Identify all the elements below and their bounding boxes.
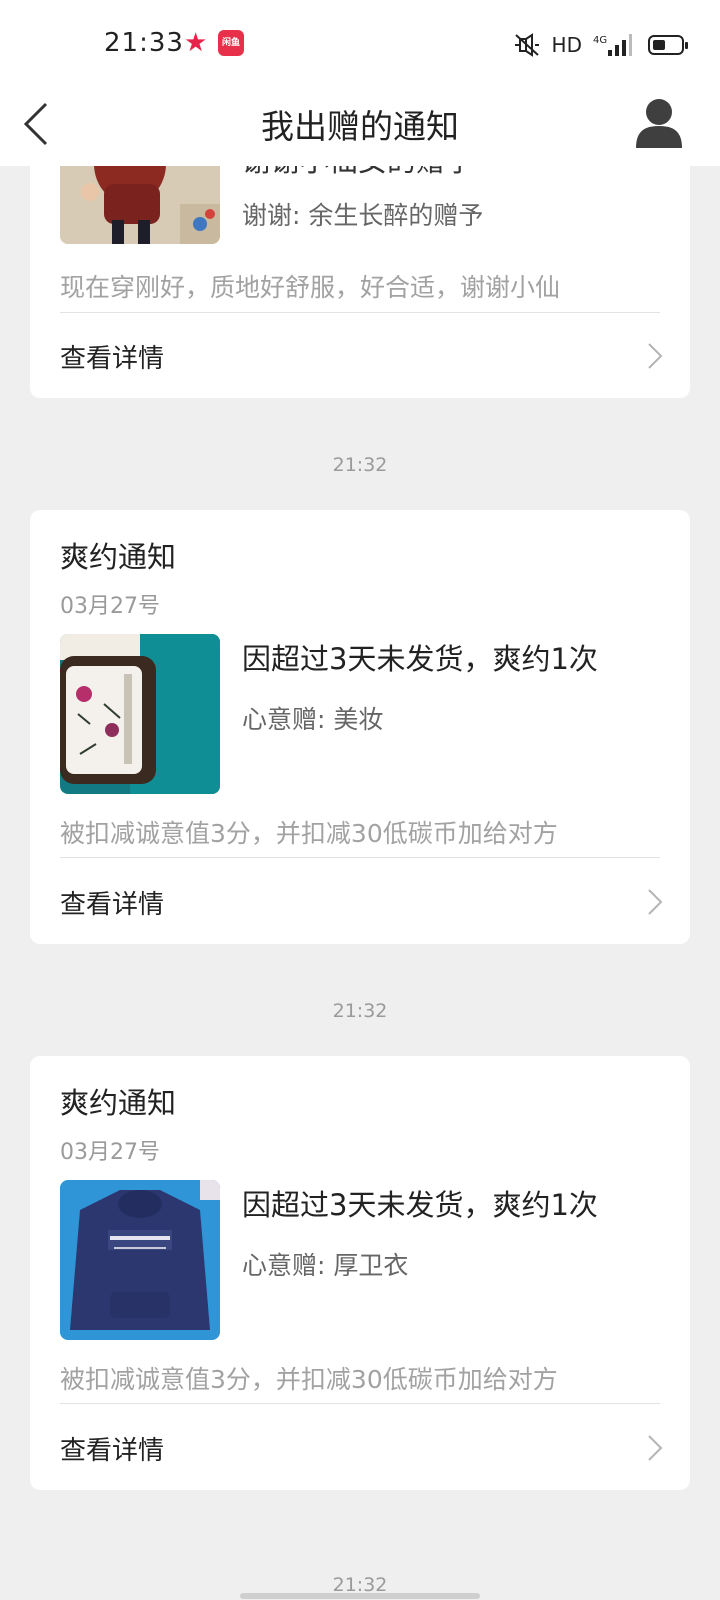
item-subtitle: 心意赠: 厚卫衣 (242, 1251, 409, 1280)
item-thumbnail[interactable] (60, 1180, 220, 1340)
net-type-label: 4G (593, 35, 607, 46)
app-notification-icon: 闲鱼 (218, 30, 244, 56)
view-details-label: 查看详情 (60, 1436, 165, 1466)
view-details-row[interactable]: 查看详情 (30, 312, 690, 398)
card-date: 03月27号 (60, 594, 160, 619)
chevron-right-icon (648, 343, 663, 369)
card-title: 爽约通知 (60, 1086, 177, 1120)
status-bar: 21:33 ★ 闲鱼 HD 4G (0, 0, 720, 82)
item-headline: 因超过3天未发货，爽约1次 (242, 1188, 598, 1222)
notification-card: 爽约通知 03月27号 因超过3天未发货，爽约1次 心意赠: 厚卫衣 被扣减诚意… (30, 1056, 690, 1490)
chevron-right-icon (648, 889, 663, 915)
item-subtitle: 谢谢: 余生长醉的赠予 (242, 201, 484, 230)
mute-icon (512, 33, 542, 57)
home-indicator[interactable] (240, 1593, 480, 1599)
signal-icon: 4G (592, 32, 632, 58)
battery-level (653, 40, 665, 50)
user-icon[interactable] (634, 96, 684, 148)
time-label: 21:32 (332, 1000, 388, 1022)
page-title: 我出赠的通知 (261, 107, 459, 146)
status-indicators: HD 4G (512, 30, 688, 60)
view-details-label: 查看详情 (60, 890, 165, 920)
view-details-row[interactable]: 查看详情 (30, 1404, 690, 1490)
notification-card: 爽约通知 03月27号 因超过3天未发货，爽约1次 心意赠: 美妆 被扣减诚意值… (30, 510, 690, 944)
battery-icon (648, 35, 688, 55)
item-headline: 因超过3天未发货，爽约1次 (242, 642, 598, 676)
card-date: 03月27号 (60, 1140, 160, 1165)
card-title: 爽约通知 (60, 540, 177, 574)
item-note: 现在穿刚好，质地好舒服，好合适，谢谢小仙 (60, 273, 561, 302)
item-thumbnail[interactable] (60, 634, 220, 794)
time-label: 21:32 (332, 454, 388, 476)
view-details-row[interactable]: 查看详情 (30, 858, 690, 944)
app-header: 我出赠的通知 (0, 82, 720, 166)
page: 谢谢小仙女的赠予 谢谢: 余生长醉的赠予 现在穿刚好，质地好舒服，好合适，谢谢小… (0, 0, 720, 1600)
notification-list[interactable]: 谢谢小仙女的赠予 谢谢: 余生长醉的赠予 现在穿刚好，质地好舒服，好合适，谢谢小… (0, 0, 720, 1600)
item-note: 被扣减诚意值3分，并扣减30低碳币加给对方 (60, 1365, 558, 1394)
star-icon: ★ (184, 28, 208, 58)
item-note: 被扣减诚意值3分，并扣减30低碳币加给对方 (60, 819, 558, 848)
chevron-right-icon (648, 1435, 663, 1461)
item-subtitle: 心意赠: 美妆 (242, 705, 384, 734)
network-label: HD (551, 33, 582, 57)
view-details-label: 查看详情 (60, 344, 165, 374)
status-time: 21:33 (104, 28, 184, 58)
